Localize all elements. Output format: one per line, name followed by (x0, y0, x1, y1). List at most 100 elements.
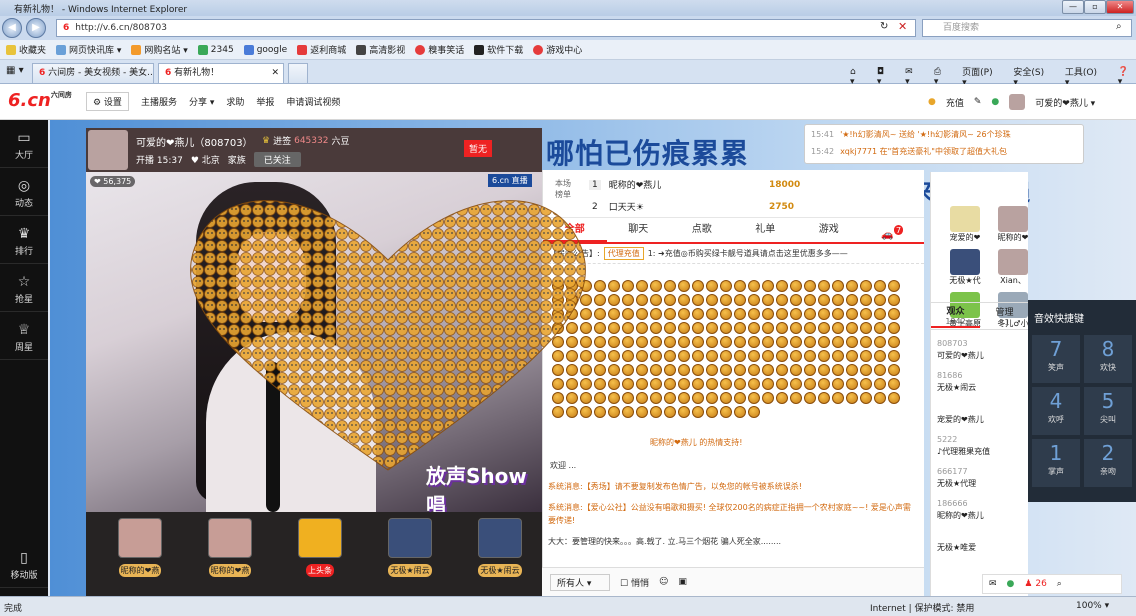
tab-audience[interactable]: 观众 1342 (931, 304, 980, 328)
private-checkbox[interactable]: ☐ 悄悄 (620, 576, 649, 589)
favorites-item[interactable]: 2345 (197, 44, 234, 55)
follow-button[interactable]: 已关注 (253, 152, 301, 167)
tab-2[interactable]: 6 有新礼物！ ✕ (158, 63, 284, 83)
favorites-item[interactable]: 网页快讯库 ▾ (56, 43, 121, 56)
emoji-icon (720, 294, 732, 306)
tab-game[interactable]: 游戏 (797, 218, 861, 242)
search-icon[interactable]: ⌕ (1116, 21, 1122, 32)
sidebar-item-hall[interactable]: ▭ 大厅 (0, 120, 48, 168)
favorites-item[interactable]: 软件下载 (474, 43, 523, 56)
minimize-button[interactable]: — (1062, 0, 1084, 14)
sidebar-item-rank[interactable]: ♛ 排行 (0, 216, 48, 264)
settings-button[interactable]: ⚙ 设置 (86, 92, 129, 111)
emoji-icon (888, 378, 900, 390)
fx-key-8[interactable]: 8 欢快 (1084, 335, 1132, 383)
sidebar-item-mobile[interactable]: ▯ 移动版 (0, 540, 48, 588)
site-logo[interactable]: 6.cn六间房 (8, 90, 72, 111)
notice-text[interactable]: 1: ➜充值◎币购买绿卡靓号道具请点击这里优惠多多—— (648, 248, 848, 259)
audience-row[interactable]: 5222 ♪代理雅果充值 (937, 434, 1027, 458)
emoji-icon (790, 350, 802, 362)
fx-title: 音效快捷键 (1034, 314, 1084, 325)
help-link[interactable]: 求助 (226, 95, 244, 108)
tab-1[interactable]: 6 六间房 - 美女视频 - 美女... (32, 63, 154, 83)
report-link[interactable]: 举报 (256, 95, 274, 108)
address-bar: ◀ ▶ 6 http://v.6.cn/808703 ↻ ✕ 百度搜索 ⌕ (0, 16, 1136, 40)
recharge-link[interactable]: 充值 (946, 96, 964, 109)
share-link[interactable]: 分享 ▾ (189, 95, 214, 108)
favorites-item[interactable]: 高清影视 (356, 43, 405, 56)
user-menu[interactable]: 可爱的❤燕儿 ▾ (1035, 96, 1095, 109)
vip-user[interactable]: 昵称的❤ (989, 206, 1037, 243)
emoji-icon (832, 294, 844, 306)
gift-card[interactable]: 上头条 (280, 518, 360, 590)
sidebar-item-weekly-star[interactable]: ♕ 周星 (0, 312, 48, 360)
maximize-button[interactable]: ▫ (1084, 0, 1106, 14)
search-icon[interactable]: ⌕ (1057, 579, 1062, 589)
emoji-icon (860, 350, 872, 362)
sidebar-item-grab-star[interactable]: ☆ 抢星 (0, 264, 48, 312)
audience-row[interactable]: 无极★唯爱 (937, 530, 1027, 554)
favorites-item[interactable]: google (243, 44, 287, 55)
message-count[interactable]: ♟ 26 (1024, 579, 1046, 589)
fx-key-1[interactable]: 1 掌声 (1032, 439, 1080, 487)
fx-key-2[interactable]: 2 亲吻 (1084, 439, 1132, 487)
fx-key-5[interactable]: 5 尖叫 (1084, 387, 1132, 435)
audience-row[interactable]: 666177 无极★代理 (937, 466, 1027, 490)
gift-card[interactable]: 昵称的❤燕 (100, 518, 180, 590)
back-button[interactable]: ◀ (2, 18, 22, 38)
streamer-avatar[interactable] (88, 130, 128, 170)
gift-card[interactable]: 无极★闹云 (370, 518, 450, 590)
audience-row[interactable]: 808703 可爱的❤燕儿 (937, 338, 1027, 362)
close-window-button[interactable]: ✕ (1106, 0, 1134, 14)
search-input[interactable]: 百度搜索 (922, 19, 1132, 37)
avatar[interactable] (1009, 94, 1026, 110)
mail-icon[interactable]: ✉ (989, 579, 997, 589)
crown-icon: ♛ (17, 226, 31, 242)
emoji-icon (818, 294, 830, 306)
vip-user[interactable]: 宠爱的❤ (941, 206, 989, 243)
url-input[interactable]: 6 http://v.6.cn/808703 (56, 19, 916, 37)
tab-chat[interactable]: 聊天 (607, 218, 671, 242)
emoji-icon (692, 336, 704, 348)
new-tab-button[interactable] (288, 63, 308, 83)
edit-icon[interactable]: ✎ (974, 97, 982, 107)
proxy-recharge-button[interactable]: 代理充值 (603, 247, 644, 260)
tab-gift-list[interactable]: 礼单 (734, 218, 798, 242)
favorites-item[interactable]: 收藏夹 (6, 43, 46, 56)
audience-row[interactable]: 81686 无极★闹云 (937, 370, 1027, 394)
fx-key-7[interactable]: 7 笑声 (1032, 335, 1080, 383)
quick-tabs-icon[interactable]: ▦ ▾ (6, 65, 24, 76)
gift-strip: 昵称的❤燕 昵称的❤燕 上头条 无极★闹云 无极★闹云 (86, 512, 542, 596)
fx-key-4[interactable]: 4 欢呼 (1032, 387, 1080, 435)
vip-user[interactable]: 无极★代 (941, 249, 989, 286)
audience-row[interactable]: 186666 昵称的❤燕儿 (937, 498, 1027, 522)
emoji-icon (692, 406, 704, 418)
audience-row[interactable]: 宠爱的❤燕儿 (937, 402, 1027, 426)
compass-icon: ◎ (17, 178, 31, 194)
favorites-item[interactable]: 糗事笑话 (415, 43, 464, 56)
image-icon[interactable]: ▣ (678, 577, 687, 587)
forward-button[interactable]: ▶ (26, 18, 46, 38)
vip-user[interactable]: Xian、 (989, 249, 1037, 286)
favorites-item[interactable]: 游戏中心 (533, 43, 582, 56)
emoji-icon (636, 280, 648, 292)
emoji-icon (622, 322, 634, 334)
sidebar-item-feed[interactable]: ◎ 动态 (0, 168, 48, 216)
gift-card[interactable]: 昵称的❤燕 (190, 518, 270, 590)
car-icon[interactable]: 🚗 7 (861, 218, 925, 242)
tab-managers[interactable]: 管理 11 (980, 305, 1029, 327)
favorites-item[interactable]: 网购名站 ▾ (131, 43, 188, 56)
apply-debug-link[interactable]: 申请调试视频 (286, 95, 340, 108)
close-tab-icon[interactable]: ✕ (271, 64, 279, 82)
gift-card[interactable]: 无极★闹云 (460, 518, 540, 590)
recipient-select[interactable]: 所有人 ▾ (550, 573, 610, 591)
refresh-icon[interactable]: ↻ (880, 21, 888, 32)
stop-icon[interactable]: ✕ (898, 20, 907, 33)
zoom-control[interactable]: 100% ▾ (1076, 601, 1109, 611)
emoji-icon (720, 364, 732, 376)
favorites-item[interactable]: 返利商城 (297, 43, 346, 56)
anchor-service-link[interactable]: 主播服务 (141, 95, 177, 108)
tab-song[interactable]: 点歌 (670, 218, 734, 242)
emoji-icon (762, 322, 774, 334)
emoji-icon[interactable]: ☺ (659, 577, 668, 587)
